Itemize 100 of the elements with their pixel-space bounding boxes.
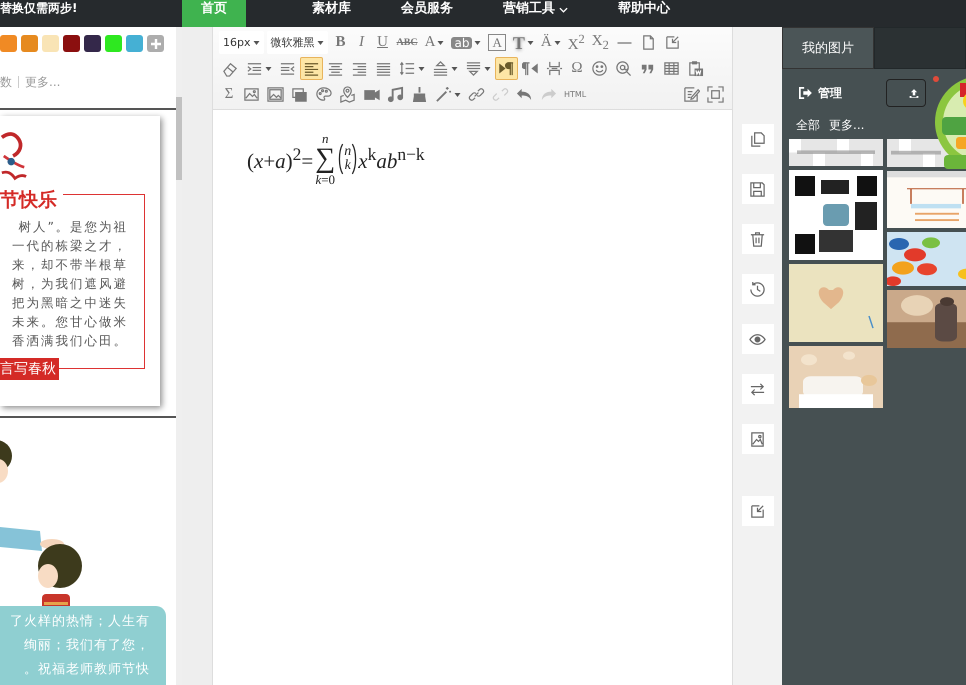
export-icon xyxy=(749,502,766,520)
line-height-icon xyxy=(399,60,416,77)
copy-icon xyxy=(749,130,766,148)
map-pin-icon xyxy=(339,86,356,103)
format-button[interactable]: HTML xyxy=(561,83,590,106)
format-button[interactable]: Ω xyxy=(567,57,587,80)
format-button[interactable]: Σ xyxy=(219,83,239,106)
format-button[interactable]: I xyxy=(352,31,372,54)
export-button[interactable] xyxy=(742,496,774,526)
horizontal-rule-icon xyxy=(616,42,633,44)
edit-icon xyxy=(683,86,700,103)
save-icon xyxy=(749,180,766,198)
pilcrow-icon xyxy=(522,60,539,77)
align-center-icon xyxy=(327,60,344,77)
align-left-button[interactable] xyxy=(300,57,323,80)
spacing-below-icon xyxy=(465,60,482,77)
card-title: 节快乐 xyxy=(0,188,63,212)
dropdown-select[interactable]: 微软雅黑 xyxy=(266,31,328,54)
manage-link[interactable]: 管理 xyxy=(798,84,842,102)
dropdown-select[interactable]: 16px xyxy=(219,31,264,54)
outdent-icon xyxy=(279,60,296,77)
card-tag: 言写春秋 xyxy=(0,358,59,380)
paste-icon xyxy=(687,60,704,77)
nav-tab[interactable]: 营销工具 xyxy=(482,0,589,27)
upload-button[interactable] xyxy=(886,79,926,107)
poem-line: 树人”。是您为祖 xyxy=(18,218,128,236)
color-swatch[interactable] xyxy=(105,35,122,52)
message-line: 了火样的热情；人生有 xyxy=(10,613,150,631)
poem-line: 香洒满我们心田。 xyxy=(12,332,128,350)
unlink-icon xyxy=(492,86,509,103)
fullscreen-icon xyxy=(707,86,724,103)
nav-tab[interactable]: 素材库 xyxy=(291,0,372,27)
color-swatch[interactable] xyxy=(63,35,80,52)
copy-button[interactable] xyxy=(742,124,774,154)
poem-line: 来，却不带半根草 xyxy=(12,256,128,274)
panel-tab[interactable]: 我的图片 xyxy=(782,27,874,69)
image-icon xyxy=(267,86,284,103)
format-button[interactable]: U xyxy=(372,31,392,54)
bracket-icon xyxy=(351,143,358,175)
notice-text: 替换仅需两步! xyxy=(0,0,78,17)
justify-icon xyxy=(375,60,392,77)
nav-tab[interactable]: 首页 xyxy=(182,0,246,27)
indent-icon xyxy=(246,60,263,77)
table-icon xyxy=(663,60,680,77)
filter-link[interactable]: 更多... xyxy=(829,117,864,134)
color-swatch[interactable] xyxy=(42,35,59,52)
sign-out-icon xyxy=(798,87,812,99)
add-color-button[interactable] xyxy=(147,35,164,52)
page-break-icon xyxy=(546,60,563,77)
link-icon xyxy=(468,86,485,103)
color-swatch[interactable] xyxy=(21,35,38,52)
scrollbar[interactable] xyxy=(176,27,182,685)
filter-link[interactable]: 数 xyxy=(0,74,12,90)
poem-line: 树，为我们遮风避 xyxy=(12,275,128,293)
pilcrow-button[interactable] xyxy=(495,57,518,80)
slides-icon xyxy=(291,86,308,103)
format-button[interactable]: A xyxy=(422,31,448,54)
poem-line: 把为黑暗之中迷失 xyxy=(12,294,128,312)
color-swatch[interactable] xyxy=(0,35,17,52)
eraser-icon xyxy=(222,60,239,77)
image-button[interactable] xyxy=(742,424,774,454)
format-button[interactable]: ABC xyxy=(394,31,421,54)
image-icon xyxy=(749,430,766,448)
swap-button[interactable] xyxy=(742,374,774,404)
eye-button[interactable] xyxy=(742,324,774,354)
trash-icon xyxy=(749,230,766,248)
trash-button[interactable] xyxy=(742,224,774,254)
poem-line: 未来。您甘心做米 xyxy=(12,313,128,331)
format-button[interactable]: X$_{2}$ xyxy=(588,31,612,54)
spacing-above-icon xyxy=(432,60,449,77)
color-swatch[interactable] xyxy=(126,35,143,52)
filter-link[interactable]: 全部 xyxy=(796,117,820,134)
align-left-icon xyxy=(303,60,320,77)
format-button[interactable]: B xyxy=(330,31,350,54)
message-line: 。祝福老师教师节快 xyxy=(24,661,150,679)
plus-icon xyxy=(150,38,162,50)
palette-icon xyxy=(315,86,332,103)
magic-wand-icon xyxy=(435,86,452,103)
format-button[interactable]: ab xyxy=(448,31,484,54)
music-note-icon xyxy=(387,86,404,103)
history-icon xyxy=(749,280,766,298)
format-button[interactable]: T xyxy=(510,31,537,54)
nav-tab[interactable]: 会员服务 xyxy=(380,0,474,27)
nav-tab[interactable]: 帮助中心 xyxy=(597,0,691,27)
format-button[interactable]: Ä xyxy=(538,31,564,54)
message-line: 绚丽；我们有了您， xyxy=(24,637,150,655)
swap-icon xyxy=(749,380,766,398)
smiley-icon xyxy=(591,60,608,77)
export-icon xyxy=(664,34,681,51)
format-button[interactable]: X$^{2}$ xyxy=(564,31,588,54)
bracket-icon xyxy=(337,143,344,175)
pilcrow-icon xyxy=(498,60,515,77)
color-swatch[interactable] xyxy=(84,35,101,52)
history-button[interactable] xyxy=(742,274,774,304)
poem-line: 一代的栋梁之才， xyxy=(12,237,128,255)
save-button[interactable] xyxy=(742,174,774,204)
brush-icon xyxy=(411,86,428,103)
filter-link[interactable]: 更多... xyxy=(25,74,60,90)
at-sign-icon xyxy=(615,60,632,77)
align-right-icon xyxy=(351,60,368,77)
